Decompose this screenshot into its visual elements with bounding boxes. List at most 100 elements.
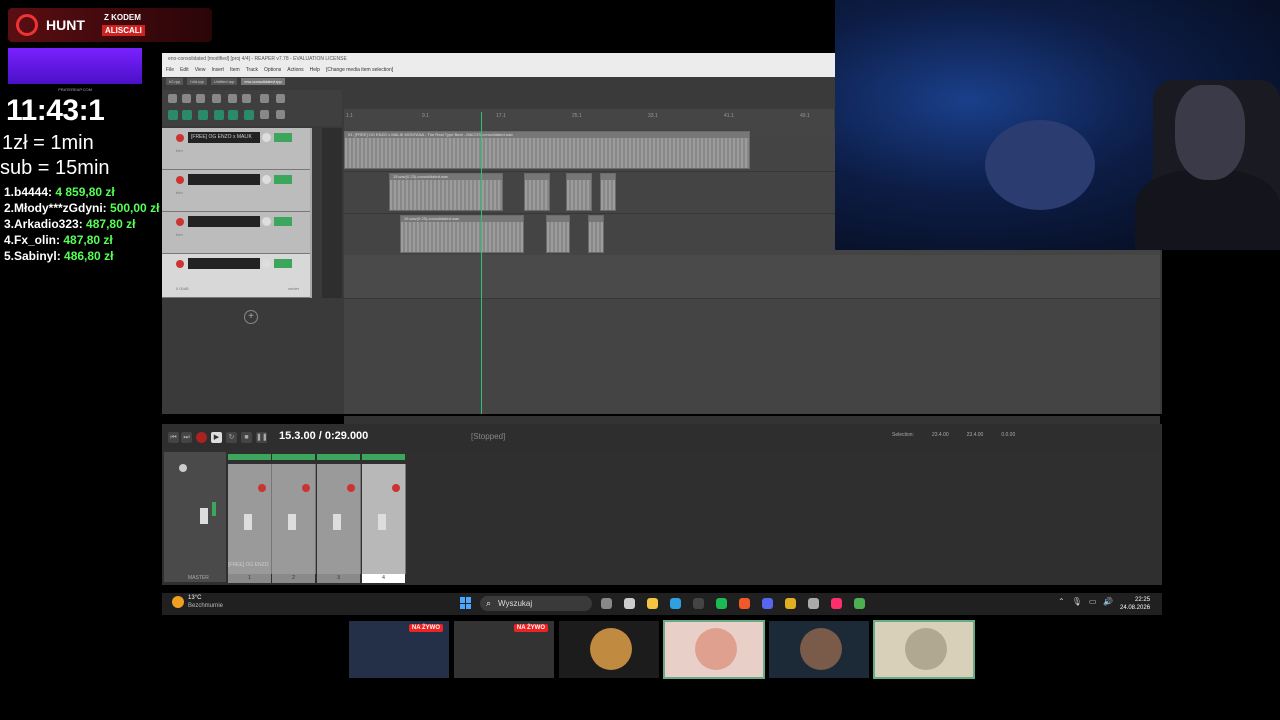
- fx-slot[interactable]: [362, 454, 405, 460]
- taskbar-search[interactable]: ⌕ Wyszukaj: [480, 596, 592, 611]
- track-1[interactable]: [FREE] OG ENZO x MALIK trim: [162, 128, 310, 170]
- save-project-icon[interactable]: [196, 94, 205, 103]
- envelope-icon[interactable]: [228, 110, 238, 120]
- snap-icon[interactable]: [182, 110, 192, 120]
- track-2[interactable]: trim: [162, 170, 310, 212]
- fx-button[interactable]: [274, 133, 292, 142]
- master-pan-knob[interactable]: [179, 464, 187, 472]
- track-4[interactable]: 0.00dB center: [162, 254, 310, 298]
- pause-icon[interactable]: ❚❚: [256, 432, 268, 443]
- menu-item[interactable]: Item: [230, 67, 240, 73]
- fx-slot[interactable]: [317, 454, 360, 460]
- project-tab[interactable]: Untitled.rpp: [210, 78, 238, 85]
- toolbar-extra-icon[interactable]: [276, 94, 285, 103]
- record-icon[interactable]: [196, 432, 207, 443]
- task-view-icon[interactable]: [601, 598, 612, 609]
- media-item[interactable]: [588, 215, 604, 253]
- settings-icon[interactable]: [212, 94, 221, 103]
- xbox-icon[interactable]: [693, 598, 704, 609]
- go-end-icon[interactable]: ⏭: [181, 432, 192, 443]
- selection-length[interactable]: 0.0.00: [1001, 432, 1015, 438]
- loop-icon[interactable]: [244, 110, 254, 120]
- media-item[interactable]: 15.wav(0.25)-consolidated.wav: [389, 173, 503, 211]
- undo-icon[interactable]: [228, 94, 237, 103]
- volume-knob[interactable]: [262, 175, 271, 184]
- media-item[interactable]: 01. [FREE] OG ENZO x MALIK MONTANA - The…: [344, 131, 750, 169]
- play-icon[interactable]: ▶: [211, 432, 222, 443]
- track-name[interactable]: [188, 258, 260, 269]
- track-name[interactable]: [188, 216, 260, 227]
- volume-fader[interactable]: [378, 514, 386, 530]
- menu-track[interactable]: Track: [246, 67, 258, 73]
- timeline-ruler[interactable]: 1.1 9.1 17.1 25.1 33.1 41.1 49.1: [344, 109, 834, 129]
- tray-chevron-icon[interactable]: ⌃: [1058, 597, 1065, 606]
- menu-help[interactable]: Help: [310, 67, 320, 73]
- fx-slot[interactable]: [272, 454, 315, 460]
- ripple-icon[interactable]: [198, 110, 208, 120]
- pointer-icon[interactable]: [276, 110, 285, 119]
- stop-icon[interactable]: ■: [241, 432, 252, 443]
- media-item[interactable]: [600, 173, 616, 211]
- microphone-icon[interactable]: 🎙: [1072, 597, 1082, 606]
- track-name[interactable]: [188, 174, 260, 185]
- chrome-icon[interactable]: [785, 598, 796, 609]
- mixer-strip-4[interactable]: 4: [362, 454, 406, 583]
- lock-icon[interactable]: [260, 110, 269, 119]
- media-item[interactable]: [546, 215, 570, 253]
- menu-options[interactable]: Options: [264, 67, 281, 73]
- menu-file[interactable]: File: [166, 67, 174, 73]
- taskbar-clock[interactable]: 22:25 24.08.2026: [1120, 596, 1150, 612]
- volume-fader[interactable]: [333, 514, 341, 530]
- group-icon[interactable]: [214, 110, 224, 120]
- track-name[interactable]: [FREE] OG ENZO x MALIK: [188, 132, 260, 143]
- add-track-icon[interactable]: +: [244, 310, 258, 324]
- go-start-icon[interactable]: ⏮: [168, 432, 179, 443]
- menu-view[interactable]: View: [195, 67, 206, 73]
- brave-icon[interactable]: [739, 598, 750, 609]
- thumb-avatar-4[interactable]: [873, 620, 975, 679]
- record-arm-button[interactable]: [176, 218, 184, 226]
- track-3[interactable]: trim: [162, 212, 310, 254]
- thumb-screen-2[interactable]: NA ŻYWO: [454, 621, 554, 678]
- record-arm-button[interactable]: [347, 484, 355, 492]
- spotify-icon[interactable]: [716, 598, 727, 609]
- horizontal-scrollbar[interactable]: [344, 416, 1160, 424]
- media-item[interactable]: [524, 173, 550, 211]
- volume-knob[interactable]: [262, 133, 271, 142]
- record-arm-button[interactable]: [176, 134, 184, 142]
- fx-slot[interactable]: [228, 454, 271, 460]
- selection-start[interactable]: 23.4.00: [932, 432, 949, 438]
- volume-fader[interactable]: [288, 514, 296, 530]
- edit-cursor[interactable]: [481, 112, 482, 414]
- discord-icon[interactable]: [762, 598, 773, 609]
- settings-icon[interactable]: [808, 598, 819, 609]
- volume-knob[interactable]: [262, 217, 271, 226]
- folder-icon[interactable]: [647, 598, 658, 609]
- fx-button[interactable]: [274, 259, 292, 268]
- edge-icon[interactable]: [670, 598, 681, 609]
- volume-knob[interactable]: [262, 259, 271, 268]
- thumb-avatar-2[interactable]: [663, 620, 765, 679]
- thumb-avatar-3[interactable]: [769, 621, 869, 678]
- fx-button[interactable]: [274, 175, 292, 184]
- record-arm-button[interactable]: [176, 260, 184, 268]
- new-project-icon[interactable]: [168, 94, 177, 103]
- start-button[interactable]: [460, 597, 472, 609]
- record-arm-button[interactable]: [392, 484, 400, 492]
- thumb-avatar-1[interactable]: [559, 621, 659, 678]
- menu-actions[interactable]: Actions: [287, 67, 303, 73]
- project-tab[interactable]: h2.rpp: [166, 78, 184, 85]
- record-arm-button[interactable]: [258, 484, 266, 492]
- mixer-strip-3[interactable]: 3: [317, 454, 361, 583]
- project-tab[interactable]: h4d.rpp: [187, 78, 207, 85]
- master-fader[interactable]: [200, 508, 208, 524]
- grid-icon[interactable]: [168, 110, 178, 120]
- media-item[interactable]: [566, 173, 592, 211]
- repeat-icon[interactable]: ↻: [226, 432, 237, 443]
- fx-button[interactable]: [274, 217, 292, 226]
- mixer-strip-1[interactable]: 1: [228, 454, 272, 583]
- mixer-strip-2[interactable]: 2: [272, 454, 316, 583]
- metronome-icon[interactable]: [260, 94, 269, 103]
- volume-fader[interactable]: [244, 514, 252, 530]
- record-arm-button[interactable]: [302, 484, 310, 492]
